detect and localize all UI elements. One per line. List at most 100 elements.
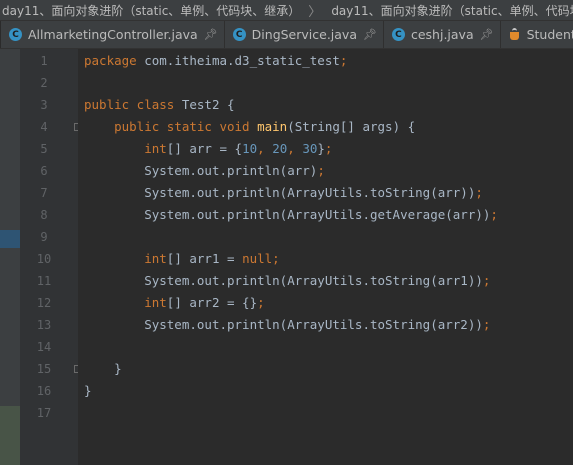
tab-label: AllmarketingController.java <box>28 27 198 42</box>
code-token: ; <box>257 295 265 310</box>
pin-icon[interactable]: 📌︎ <box>480 28 494 41</box>
code-token: public static void <box>114 119 258 134</box>
selected-row-highlight <box>0 230 20 248</box>
code-token: ; <box>490 207 498 222</box>
line-number-gutter[interactable]: 1 2 3 4 5 6 7 8 9 10 11 12 13 14 15 16 17 <box>20 49 82 465</box>
code-token: , <box>287 141 303 156</box>
line-number[interactable]: 15 <box>20 358 68 380</box>
code-token: [] arr1 = <box>166 251 243 266</box>
code-token: out <box>196 207 220 222</box>
line-number[interactable]: 7 <box>20 182 68 204</box>
code-token: ; <box>482 317 491 332</box>
line-number[interactable]: 12 <box>20 292 68 314</box>
code-token: .println(ArrayUtils. <box>219 317 370 332</box>
tab-student[interactable]: Student.java ✕ <box>501 21 573 48</box>
tab-label: DingService.java <box>251 27 357 42</box>
code-line[interactable]: public class Test2 { <box>84 94 235 116</box>
line-number[interactable]: 9 <box>20 226 68 248</box>
code-token: int <box>144 141 167 156</box>
code-token: getAverage <box>369 207 446 222</box>
breadcrumb-item[interactable]: day11、面向对象进阶（static、单例、代码块、继承） <box>329 2 573 19</box>
class-c-icon: C <box>232 28 246 41</box>
line-number[interactable]: 14 <box>20 336 68 358</box>
code-token: Test2 { <box>181 97 235 112</box>
code-line[interactable]: package com.itheima.d3_static_test; <box>84 50 347 72</box>
code-token: (arr)) <box>430 185 476 200</box>
line-number[interactable]: 16 <box>20 380 68 402</box>
class-c-icon: C <box>9 28 22 41</box>
editor-tab-bar: C AllmarketingController.java 📌︎ C DingS… <box>0 21 573 49</box>
code-token: public class <box>84 97 182 112</box>
code-token: , <box>257 141 273 156</box>
code-line[interactable]: int[] arr2 = {}; <box>84 292 265 314</box>
code-editor[interactable]: package com.itheima.d3_static_test;publi… <box>78 49 573 465</box>
breadcrumb-item[interactable]: day11、面向对象进阶（static、单例、代码块、继承） <box>0 2 300 19</box>
tab-ceshj[interactable]: C ceshj.java 📌︎ <box>384 21 501 48</box>
code-token: System. <box>84 207 197 222</box>
chevron-right-icon: 〉 <box>308 4 322 20</box>
code-token: out <box>196 273 220 288</box>
line-number[interactable]: 13 <box>20 314 68 336</box>
code-line[interactable]: int[] arr = {10, 20, 30}; <box>84 138 332 160</box>
code-line[interactable]: System.out.println(ArrayUtils.toString(a… <box>84 270 490 292</box>
line-number[interactable]: 5 <box>20 138 68 160</box>
code-line[interactable]: int[] arr1 = null; <box>84 248 280 270</box>
line-number[interactable]: 10 <box>20 248 68 270</box>
code-token: .println(ArrayUtils. <box>219 273 370 288</box>
pin-icon[interactable]: 📌︎ <box>204 28 218 41</box>
code-token: toString <box>369 273 431 288</box>
code-token: .println(arr) <box>219 163 318 178</box>
code-line[interactable]: System.out.println(arr); <box>84 160 325 182</box>
code-token: } <box>317 141 325 156</box>
code-line[interactable]: System.out.println(ArrayUtils.getAverage… <box>84 204 498 226</box>
code-token: out <box>196 185 220 200</box>
line-number[interactable]: 11 <box>20 270 68 292</box>
line-number[interactable]: 17 <box>20 402 68 424</box>
code-token: int <box>144 295 167 310</box>
pin-icon[interactable]: 📌︎ <box>363 28 377 41</box>
code-token: System. <box>84 317 197 332</box>
code-token: package <box>84 53 145 68</box>
breadcrumb: day11、面向对象进阶（static、单例、代码块、继承） 〉 day11、面… <box>0 0 573 21</box>
code-token: ; <box>482 273 491 288</box>
code-token: null <box>242 251 273 266</box>
code-token: 30 <box>302 141 318 156</box>
code-token: int <box>144 251 167 266</box>
code-token: ; <box>317 163 325 178</box>
line-number[interactable]: 6 <box>20 160 68 182</box>
code-token: 20 <box>272 141 288 156</box>
code-token: (arr)) <box>445 207 491 222</box>
code-token: System. <box>84 273 197 288</box>
line-number[interactable]: 4 <box>20 116 68 138</box>
code-token: ; <box>272 251 280 266</box>
code-line[interactable]: public static void main(String[] args) { <box>84 116 415 138</box>
code-line[interactable]: } <box>84 380 92 402</box>
tab-dingservice[interactable]: C DingService.java 📌︎ <box>225 21 384 48</box>
code-line[interactable]: System.out.println(ArrayUtils.toString(a… <box>84 182 483 204</box>
line-number[interactable]: 2 <box>20 72 68 94</box>
code-token: toString <box>369 317 431 332</box>
code-line[interactable]: } <box>84 358 122 380</box>
code-token: (arr1)) <box>430 273 483 288</box>
tab-label: ceshj.java <box>410 27 474 42</box>
code-token: toString <box>369 185 431 200</box>
line-number[interactable]: 3 <box>20 94 68 116</box>
code-token: [] arr2 = {} <box>166 295 258 310</box>
code-token: main <box>257 119 288 134</box>
tab-allmarketingcontroller[interactable]: C AllmarketingController.java 📌︎ <box>1 21 225 48</box>
code-token: out <box>196 317 220 332</box>
class-c-icon: C <box>391 28 405 41</box>
code-line[interactable]: System.out.println(ArrayUtils.toString(a… <box>84 314 490 336</box>
code-token: .println(ArrayUtils. <box>219 185 370 200</box>
line-number[interactable]: 1 <box>20 50 68 72</box>
code-token: ; <box>475 185 483 200</box>
code-token: (arr2)) <box>430 317 483 332</box>
code-token: 10 <box>242 141 258 156</box>
line-number[interactable]: 8 <box>20 204 68 226</box>
code-token: System. <box>84 163 197 178</box>
code-token: ; <box>339 53 348 68</box>
project-panel-edge[interactable] <box>0 49 20 465</box>
